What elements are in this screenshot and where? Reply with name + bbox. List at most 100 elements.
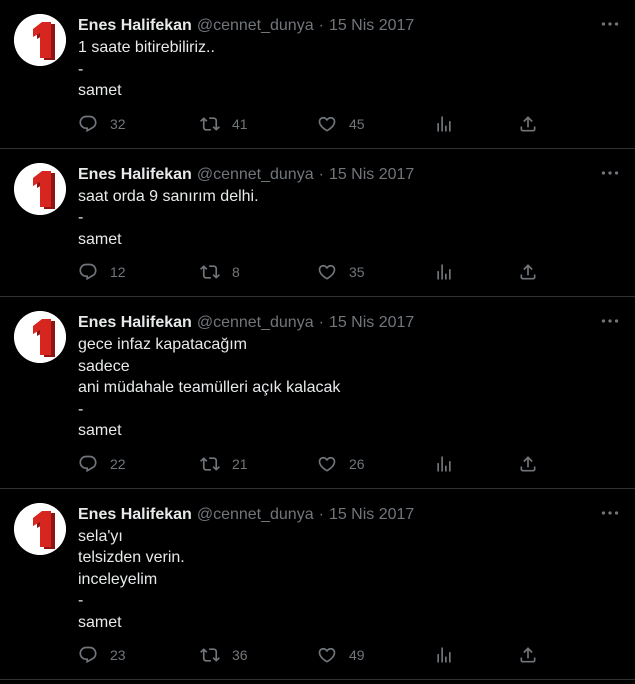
tweet[interactable]: 1 Enes Halifekan @cennet_dunya · 15 Nis … [0,297,635,489]
reply-icon [79,263,97,281]
tweet-text-line: samet [78,230,122,248]
author-handle[interactable]: @cennet_dunya [197,15,314,37]
tweet-text-line: - [78,209,84,226]
tweet-feed: 1 Enes Halifekan @cennet_dunya · 15 Nis … [0,0,635,680]
more-options-button[interactable] [599,505,621,521]
tweet-content: Enes Halifekan @cennet_dunya · 15 Nis 20… [78,14,619,148]
views-icon [437,647,451,663]
share-icon [520,264,536,280]
more-options-button[interactable] [599,16,621,32]
share-button[interactable] [518,454,542,474]
author-name[interactable]: Enes Halifekan [78,15,192,37]
views-button[interactable] [434,645,518,665]
like-button[interactable]: 26 [317,454,434,474]
tweet-header: Enes Halifekan @cennet_dunya · 15 Nis 20… [78,15,619,37]
avatar-container: 1 [14,311,66,488]
like-count: 45 [349,115,365,132]
views-icon [437,456,451,471]
reply-icon [79,115,97,132]
share-button[interactable] [518,645,542,665]
tweet-text-line: sela'yı [78,527,123,545]
share-button[interactable] [518,114,542,134]
tweet-content: Enes Halifekan @cennet_dunya · 15 Nis 20… [78,503,619,680]
retweet-icon [200,648,220,662]
separator-dot: · [318,314,324,331]
reply-icon [79,455,97,472]
reply-button[interactable]: 22 [78,454,200,474]
views-icon [437,264,451,280]
like-button[interactable]: 35 [317,262,434,282]
retweet-button[interactable]: 8 [200,262,317,282]
tweet-date[interactable]: 15 Nis 2017 [329,312,414,334]
retweet-icon [200,265,220,279]
avatar-container: 1 [14,502,66,680]
reply-count: 32 [110,115,126,132]
retweet-count: 8 [232,264,240,280]
like-button[interactable]: 49 [317,645,434,665]
retweet-button[interactable]: 21 [200,454,317,474]
tweet-text: gece infaz kapatacağım sadece ani müdahale… [78,334,619,442]
avatar-container: 1 [14,14,66,148]
views-icon [437,116,451,131]
reply-button[interactable]: 12 [78,262,200,282]
tweet-date[interactable]: 15 Nis 2017 [329,15,414,37]
tweet-header: Enes Halifekan @cennet_dunya · 15 Nis 20… [78,504,619,526]
tweet[interactable]: 1 Enes Halifekan @cennet_dunya · 15 Nis … [0,489,635,680]
avatar-container: 1 [14,162,66,297]
author-name[interactable]: Enes Halifekan [78,504,192,526]
tweet-date[interactable]: 15 Nis 2017 [329,164,414,186]
like-count: 49 [349,647,365,663]
tweet-actions: 32 41 45 [78,114,619,134]
share-button[interactable] [518,262,542,282]
tweet-text-line: inceleyelim [78,570,158,588]
author-name[interactable]: Enes Halifekan [78,164,192,186]
like-button[interactable]: 45 [317,114,434,134]
tweet-actions: 23 36 49 [78,645,619,665]
retweet-button[interactable]: 41 [200,114,317,134]
tweet-text-line: samet [78,613,122,631]
avatar[interactable]: 1 [14,162,66,215]
avatar[interactable]: 1 [14,311,66,363]
author-handle[interactable]: @cennet_dunya [197,312,314,334]
tweet-date[interactable]: 15 Nis 2017 [329,504,414,526]
more-options-button[interactable] [599,313,621,329]
more-icon [601,170,619,175]
share-icon [520,115,536,131]
reply-count: 23 [110,647,126,663]
reply-button[interactable]: 23 [78,645,200,665]
retweet-icon [200,456,220,471]
share-icon [520,455,536,471]
views-button[interactable] [434,454,518,474]
share-icon [520,647,536,663]
tweet[interactable]: 1 Enes Halifekan @cennet_dunya · 15 Nis … [0,149,635,297]
more-icon [601,510,619,515]
reply-count: 12 [110,264,126,280]
tweet-actions: 12 8 35 [78,262,619,282]
tweet-text-line: - [78,400,84,418]
tweet-text-line: sadece [78,357,130,375]
more-options-button[interactable] [599,165,621,181]
tweet-actions: 22 21 26 [78,454,619,474]
reply-button[interactable]: 32 [78,114,200,134]
avatar[interactable]: 1 [14,14,66,66]
tweet-text-line: samet [78,82,122,99]
tweet-content: Enes Halifekan @cennet_dunya · 15 Nis 20… [78,311,619,488]
tweet-text-line: - [78,60,84,78]
tweet[interactable]: 1 Enes Halifekan @cennet_dunya · 15 Nis … [0,0,635,149]
tweet-text: 1 saate bitirebiliriz.. - samet [78,37,619,102]
retweet-button[interactable]: 36 [200,645,317,665]
author-handle[interactable]: @cennet_dunya [197,164,314,186]
retweet-icon [200,116,220,131]
like-count: 35 [349,264,365,280]
retweet-count: 36 [232,647,248,663]
tweet-text-line: telsizden verin. [78,549,185,566]
tweet-text-line: gece infaz kapatacağım [78,336,247,353]
avatar[interactable]: 1 [14,502,66,555]
tweet-text: sela'yı telsizden verin. inceleyelim - samet [78,526,619,634]
author-handle[interactable]: @cennet_dunya [197,504,314,526]
views-button[interactable] [434,114,518,134]
views-button[interactable] [434,262,518,282]
author-name[interactable]: Enes Halifekan [78,312,192,334]
retweet-count: 41 [232,115,248,132]
tweet-header: Enes Halifekan @cennet_dunya · 15 Nis 20… [78,164,619,186]
